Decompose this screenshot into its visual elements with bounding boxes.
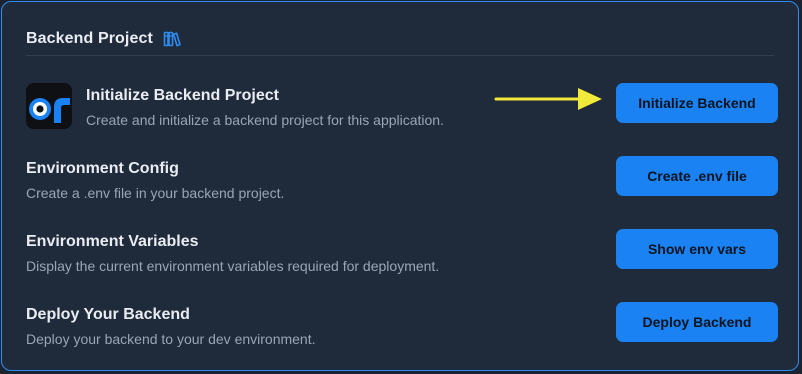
row-text: Initialize Backend Project Create and in… [86,86,444,129]
initialize-backend-button[interactable]: Initialize Backend [616,83,778,123]
row-title: Initialize Backend Project [86,87,279,104]
row-text: Environment Variables Display the curren… [26,232,439,275]
row-text: Environment Config Create a .env file in… [26,159,284,202]
row-title: Environment Config [26,160,179,177]
row-description: Create and initialize a backend project … [86,112,444,128]
row-description: Display the current environment variable… [26,258,440,274]
section-title: Backend Project [26,30,153,47]
app-logo-icon [26,83,72,129]
deploy-backend-button[interactable]: Deploy Backend [616,302,778,342]
row-description: Create a .env file in your backend proje… [26,185,285,201]
header-divider [26,55,774,56]
row-description: Deploy your backend to your dev environm… [26,331,316,347]
row-text: Deploy Your Backend Deploy your backend … [26,305,316,348]
backend-project-card: Backend Project Initialize Backend Proje… [1,1,799,371]
card-header: Backend Project [26,30,181,48]
arrow-right-icon [494,88,602,110]
show-env-vars-button[interactable]: Show env vars [616,229,778,269]
create-env-file-button[interactable]: Create .env file [616,156,778,196]
row-title: Deploy Your Backend [26,306,190,323]
books-icon [163,30,181,48]
row-title: Environment Variables [26,233,199,250]
